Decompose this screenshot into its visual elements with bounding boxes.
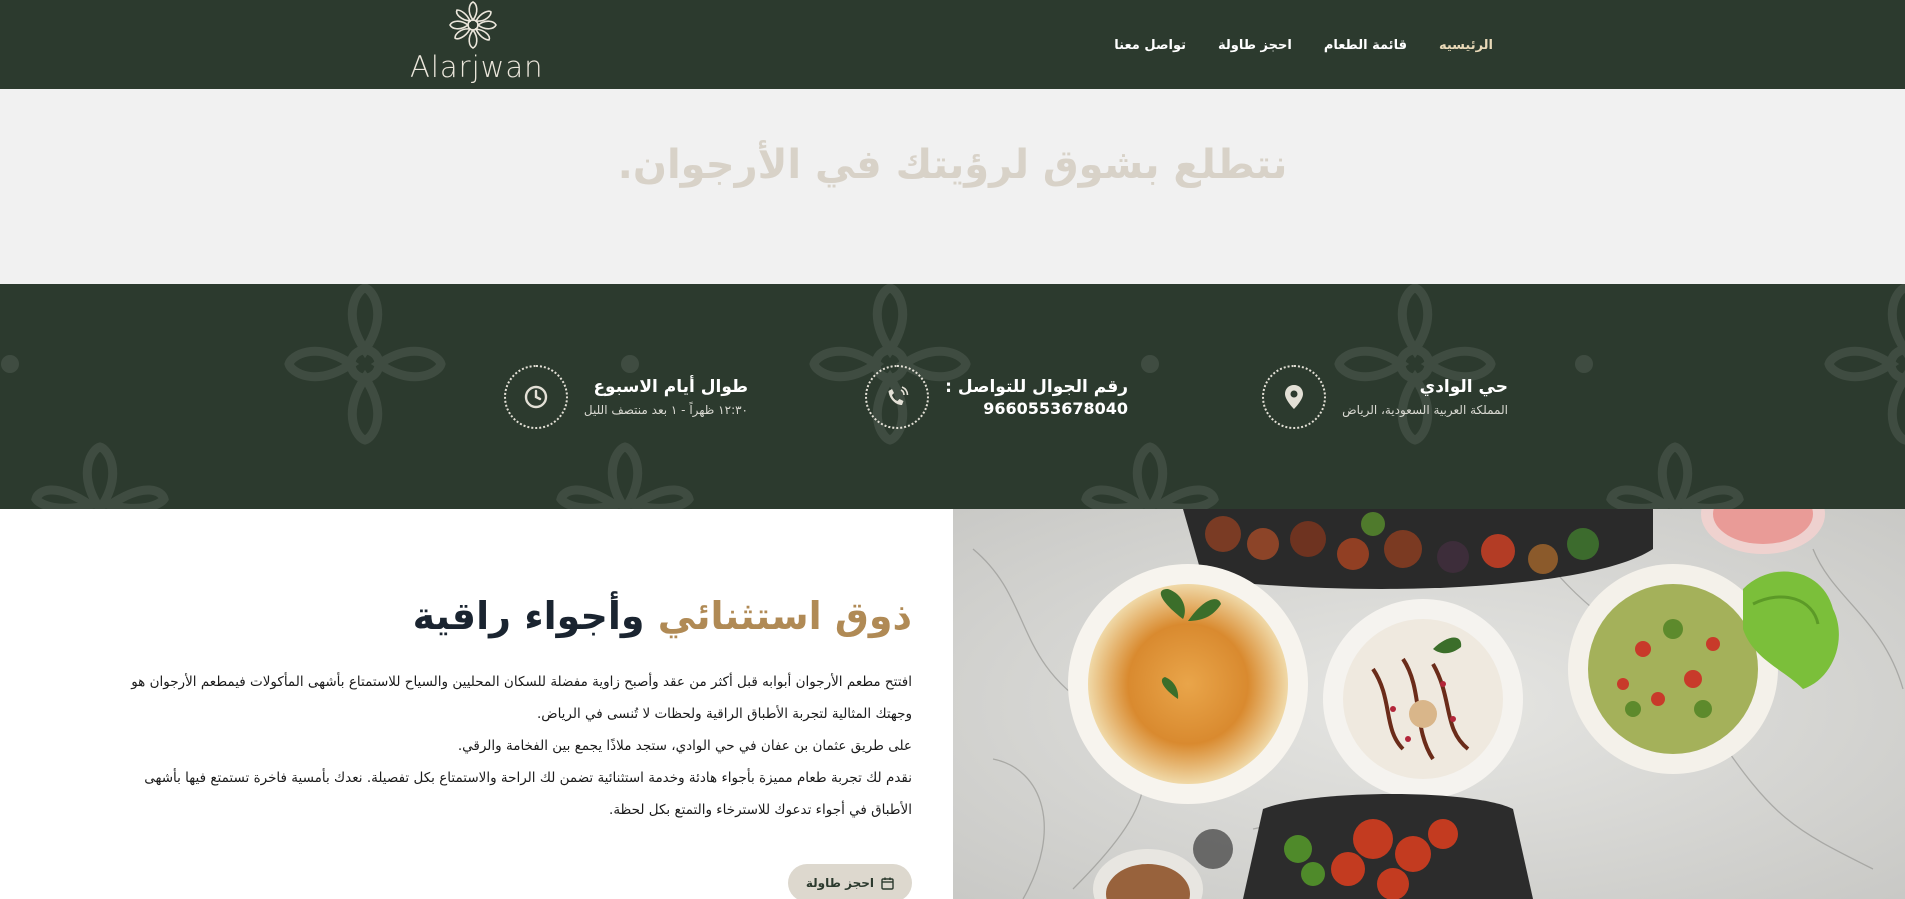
clock-icon — [524, 385, 548, 409]
heading-rest: وأجواء راقية — [412, 594, 645, 638]
hours-subtitle: ١٢:٣٠ ظهراً - ١ بعد منتصف الليل — [583, 403, 748, 417]
main-nav: الرئيسيه قائمة الطعام احجز طاولة تواصل م… — [1114, 38, 1493, 53]
heading-accent: ذوق استثنائي — [657, 594, 912, 638]
hours-circle — [503, 365, 568, 429]
lotus-logo-icon — [448, 1, 497, 49]
phone-icon — [888, 386, 909, 405]
tagline-section: نتطلع بشوق لرؤيتك في الأرجوان. — [0, 89, 1905, 284]
food-photo — [953, 509, 1905, 899]
about-paragraph: افتتح مطعم الأرجوان أبوابه قبل أكثر من ع… — [82, 666, 912, 826]
tagline-text: نتطلع بشوق لرؤيتك في الأرجوان. — [617, 142, 1288, 188]
logo[interactable]: Alarjwan — [410, 0, 544, 89]
contact-info-section: حي الوادي المملكة العربية السعودية، الري… — [0, 284, 1905, 509]
phone-number[interactable]: 9660553678040 — [945, 399, 1128, 418]
food-illustration — [953, 509, 1905, 899]
info-location: حي الوادي المملكة العربية السعودية، الري… — [1262, 364, 1508, 430]
paragraph-line: الأطباق في أجواء تدعوك للاسترخاء والتمتع… — [609, 802, 912, 818]
info-phone: رقم الجوال للتواصل : 9660553678040 — [865, 364, 1128, 430]
nav-item-book-table[interactable]: احجز طاولة — [1218, 38, 1292, 53]
hours-text: طوال أيام الاسبوع ١٢:٣٠ ظهراً - ١ بعد من… — [584, 377, 748, 417]
calendar-icon — [881, 877, 894, 890]
book-table-button[interactable]: احجز طاولة — [787, 864, 912, 899]
paragraph-line: على طريق عثمان بن عفان في حي الوادي، ستج… — [457, 738, 912, 754]
location-text: حي الوادي المملكة العربية السعودية، الري… — [1342, 377, 1508, 417]
nav-item-contact[interactable]: تواصل معنا — [1114, 38, 1186, 53]
paragraph-line: وجهتك المثالية لتجربة الأطباق الراقية ول… — [536, 706, 912, 722]
paragraph-line: نقدم لك تجربة طعام مميزة بأجواء هادئة وخ… — [144, 770, 912, 786]
book-table-label: احجز طاولة — [805, 876, 874, 890]
nav-item-menu[interactable]: قائمة الطعام — [1324, 38, 1407, 53]
location-pin-icon — [1285, 385, 1304, 409]
about-section: ذوق استثنائي وأجواء راقية افتتح مطعم الأ… — [0, 509, 953, 899]
hours-title: طوال أيام الاسبوع — [593, 377, 748, 397]
location-subtitle: المملكة العربية السعودية، الرياض — [1342, 403, 1508, 417]
site-header: Alarjwan الرئيسيه قائمة الطعام احجز طاول… — [0, 0, 1905, 89]
info-hours: طوال أيام الاسبوع ١٢:٣٠ ظهراً - ١ بعد من… — [503, 364, 748, 430]
location-circle — [1262, 365, 1327, 429]
phone-title: رقم الجوال للتواصل : — [945, 376, 1128, 397]
paragraph-line: افتتح مطعم الأرجوان أبوابه قبل أكثر من ع… — [131, 674, 912, 690]
nav-item-home[interactable]: الرئيسيه — [1439, 38, 1493, 53]
location-title: حي الوادي — [1419, 377, 1508, 397]
phone-circle[interactable] — [865, 365, 930, 429]
logo-text: Alarjwan — [410, 50, 544, 84]
phone-text: رقم الجوال للتواصل : 9660553678040 — [945, 377, 1128, 418]
about-heading: ذوق استثنائي وأجواء راقية — [413, 594, 912, 638]
